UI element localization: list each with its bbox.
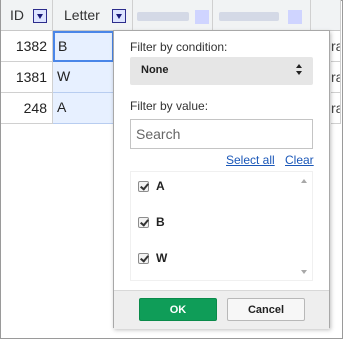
cell-id[interactable]: 1381 xyxy=(1,62,53,93)
checkbox-checked[interactable] xyxy=(138,217,149,228)
list-item-label: A xyxy=(156,179,165,193)
condition-select[interactable]: None xyxy=(130,57,313,85)
blurred-filter-dropdown-icon[interactable] xyxy=(195,10,209,24)
filter-by-value-label: Filter by value: xyxy=(130,99,209,113)
cell-letter[interactable]: B xyxy=(53,31,114,62)
checkbox-checked[interactable] xyxy=(138,253,149,264)
up-down-arrows-icon xyxy=(295,64,303,78)
header-blurred-1[interactable] xyxy=(133,0,213,31)
filter-popup: Filter by condition: None Filter by valu… xyxy=(113,30,330,329)
select-all-link[interactable]: Select all xyxy=(226,153,275,167)
header-id[interactable]: ID xyxy=(1,0,53,31)
blurred-header-text xyxy=(219,12,279,21)
header-letter[interactable]: Letter xyxy=(53,0,133,31)
cancel-button[interactable]: Cancel xyxy=(227,298,305,321)
search-input[interactable] xyxy=(130,119,313,149)
cell-truncated[interactable]: rac xyxy=(331,93,341,124)
header-letter-label: Letter xyxy=(64,7,100,23)
ok-button[interactable]: OK xyxy=(139,298,217,321)
clear-link[interactable]: Clear xyxy=(285,153,314,167)
blurred-filter-dropdown-icon[interactable] xyxy=(288,10,302,24)
header-id-label: ID xyxy=(10,7,24,23)
cell-truncated[interactable]: rac xyxy=(331,31,341,62)
scroll-up-arrow-icon[interactable] xyxy=(301,179,307,183)
condition-select-value: None xyxy=(141,64,169,76)
list-item-label: B xyxy=(156,215,165,229)
id-filter-dropdown-icon[interactable] xyxy=(33,9,47,23)
cell-id[interactable]: 248 xyxy=(1,93,53,124)
blurred-header-text xyxy=(137,12,189,21)
checkbox-checked[interactable] xyxy=(138,181,149,192)
header-blurred-2[interactable] xyxy=(213,0,311,31)
filter-by-condition-label: Filter by condition: xyxy=(130,40,228,54)
header-blurred-3 xyxy=(311,0,341,31)
letter-filter-dropdown-icon[interactable] xyxy=(112,9,126,23)
scroll-down-arrow-icon[interactable] xyxy=(301,270,307,274)
cell-id[interactable]: 1382 xyxy=(1,31,53,62)
cell-letter[interactable]: W xyxy=(53,62,114,93)
popup-footer: OK Cancel xyxy=(114,290,329,329)
value-list: A B W xyxy=(130,171,313,281)
list-item-label: W xyxy=(156,251,168,265)
cell-truncated[interactable]: rac xyxy=(331,62,341,93)
cell-letter[interactable]: A xyxy=(53,93,114,124)
